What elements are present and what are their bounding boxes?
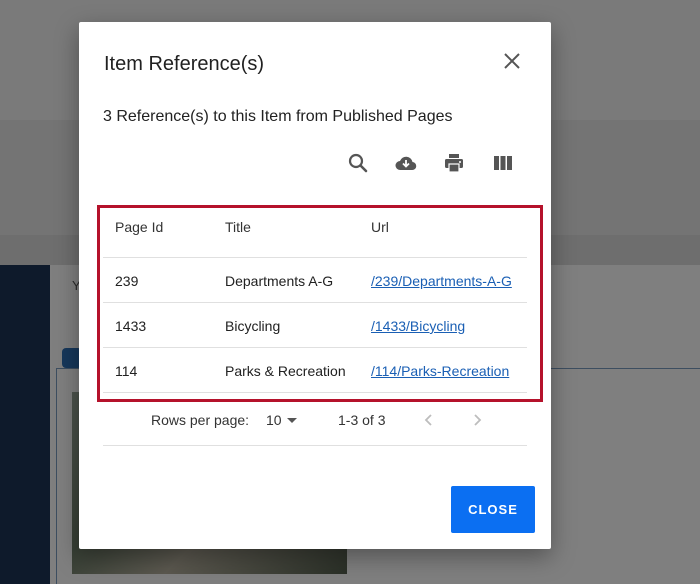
- dialog-subtitle: 3 Reference(s) to this Item from Publish…: [103, 108, 453, 125]
- header-title[interactable]: Title: [225, 219, 251, 235]
- chevron-left-icon[interactable]: [419, 410, 439, 430]
- header-page-id[interactable]: Page Id: [115, 219, 163, 235]
- item-references-dialog: Item Reference(s) 3 Reference(s) to this…: [79, 22, 551, 549]
- pagination-divider: [103, 445, 527, 446]
- cell-title: Bicycling: [225, 318, 281, 334]
- cell-title: Departments A-G: [225, 273, 334, 289]
- pagination-range: 1-3 of 3: [338, 412, 386, 428]
- header-url[interactable]: Url: [371, 219, 389, 235]
- print-icon[interactable]: [442, 151, 466, 175]
- cell-url-link[interactable]: /114/Parks-Recreation: [371, 363, 509, 379]
- view-columns-icon[interactable]: [491, 151, 515, 175]
- row-divider: [103, 302, 527, 303]
- cloud-download-icon[interactable]: [394, 151, 418, 175]
- cell-url-link[interactable]: /239/Departments-A-G: [371, 273, 512, 289]
- close-button[interactable]: CLOSE: [451, 486, 535, 533]
- cell-page-id: 114: [115, 363, 138, 379]
- cell-title: Parks & Recreation: [225, 363, 346, 379]
- cell-page-id: 1433: [115, 318, 147, 334]
- rows-per-page-select[interactable]: 10: [266, 412, 282, 428]
- search-icon[interactable]: [346, 151, 370, 175]
- chevron-right-icon[interactable]: [467, 410, 487, 430]
- cell-page-id: 239: [115, 273, 139, 289]
- table-pagination: Rows per page: 10 1-3 of 3: [103, 402, 527, 446]
- dialog-title: Item Reference(s): [104, 53, 265, 75]
- chevron-down-icon[interactable]: [287, 418, 297, 423]
- rows-per-page-label: Rows per page:: [151, 412, 250, 428]
- close-icon[interactable]: [500, 49, 524, 73]
- row-divider: [103, 392, 527, 393]
- cell-url-link[interactable]: /1433/Bicycling: [371, 318, 465, 334]
- row-divider: [103, 257, 527, 258]
- row-divider: [103, 347, 527, 348]
